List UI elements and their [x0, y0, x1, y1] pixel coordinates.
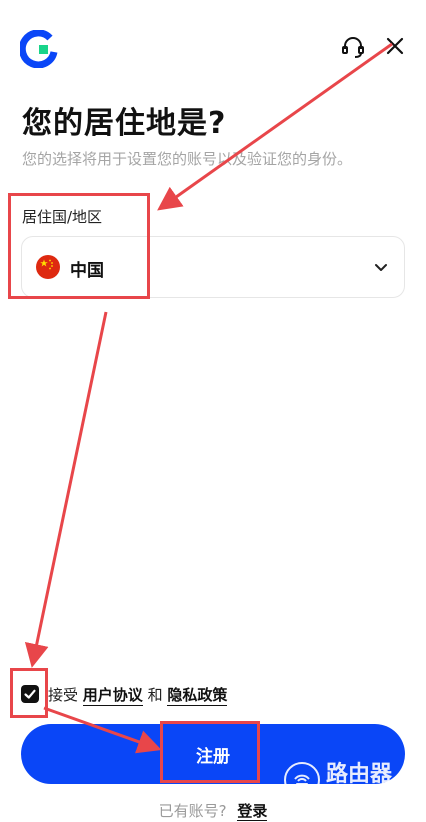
arrow-to-register — [43, 706, 162, 754]
arrow-to-checkbox — [24, 311, 108, 668]
annotation-arrows — [24, 42, 393, 754]
watermark: 路由器 luyouqi.com — [284, 756, 424, 804]
watermark-en: luyouqi.com — [326, 786, 388, 796]
arrow-to-residence — [157, 42, 393, 211]
router-icon — [284, 762, 320, 798]
watermark-cn: 路由器 — [326, 762, 393, 787]
